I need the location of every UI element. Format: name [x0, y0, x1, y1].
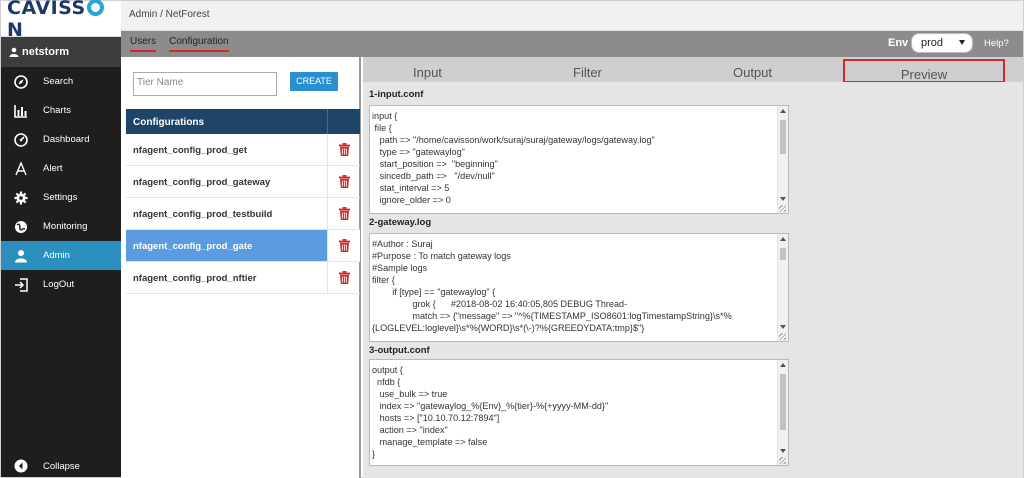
gauge-icon — [13, 132, 29, 148]
compass-icon — [13, 74, 29, 90]
scrollbar[interactable] — [777, 360, 788, 465]
resize-handle[interactable] — [779, 333, 786, 340]
trash-icon[interactable] — [338, 239, 350, 252]
sidebar-item-label: Settings — [43, 192, 78, 203]
tab-output[interactable]: Output — [733, 65, 772, 80]
sidebar-item-search[interactable]: Search — [1, 67, 121, 96]
scroll-thumb[interactable] — [780, 374, 786, 430]
sidebar-item-settings[interactable]: Settings — [1, 183, 121, 212]
code-text: output { nfdb { use_bulk => true index =… — [372, 365, 609, 459]
table-row[interactable]: nfagent_config_prod_nftier — [126, 262, 360, 294]
table-row[interactable]: nfagent_config_prod_gateway — [126, 166, 360, 198]
section-title: 1-input.conf — [369, 89, 424, 100]
scroll-thumb[interactable] — [780, 248, 786, 260]
sidebar-item-label: Charts — [43, 105, 71, 116]
help-link[interactable]: Help? — [984, 38, 1009, 49]
sub-nav-bar: Users Configuration Env prod Help? — [121, 31, 1023, 57]
config-name[interactable]: nfagent_config_prod_gateway — [126, 166, 328, 197]
preview-area: 1-input.conf input { file { path => "/ho… — [363, 82, 1023, 478]
table-row[interactable]: nfagent_config_prod_testbuild — [126, 198, 360, 230]
sidebar-item-label: Alert — [43, 163, 63, 174]
scroll-down-icon[interactable] — [780, 197, 786, 201]
scroll-up-icon[interactable] — [780, 237, 786, 241]
logout-icon — [13, 277, 29, 293]
brand-name: CAVISSN — [7, 0, 121, 41]
sidebar-item-admin[interactable]: Admin — [1, 241, 121, 270]
trash-icon[interactable] — [338, 271, 350, 284]
brand-logo[interactable]: CAVISSN — [1, 0, 121, 41]
tab-configuration[interactable]: Configuration — [169, 36, 229, 52]
actions-header — [328, 109, 360, 134]
resize-handle[interactable] — [779, 205, 786, 212]
gear-icon — [13, 190, 29, 206]
code-text: #Author : Suraj #Purpose : To match gatew… — [372, 239, 732, 333]
config-name[interactable]: nfagent_config_prod_testbuild — [126, 198, 328, 229]
config-name[interactable]: nfagent_config_prod_nftier — [126, 262, 328, 293]
config-name[interactable]: nfagent_config_prod_get — [126, 134, 328, 165]
trash-icon[interactable] — [338, 207, 350, 220]
sidebar-item-dashboard[interactable]: Dashboard — [1, 125, 121, 154]
scrollbar[interactable] — [777, 234, 788, 341]
tab-users[interactable]: Users — [130, 36, 157, 52]
scroll-thumb[interactable] — [780, 120, 786, 154]
sidebar-item-monitoring[interactable]: Monitoring — [1, 212, 121, 241]
configurations-header-label: Configurations — [126, 109, 328, 134]
tier-name-input[interactable]: Tier Name — [133, 72, 277, 96]
user-row[interactable]: netstorm — [1, 37, 121, 67]
tab-filter[interactable]: Filter — [573, 65, 602, 80]
collapse-label: Collapse — [43, 460, 80, 472]
env-value: prod — [921, 37, 944, 49]
bar-chart-icon — [13, 103, 29, 119]
section-title: 3-output.conf — [369, 345, 430, 356]
scrollbar[interactable] — [777, 106, 788, 213]
trash-icon[interactable] — [338, 175, 350, 188]
user-icon — [13, 248, 29, 264]
trash-icon[interactable] — [338, 143, 350, 156]
username: netstorm — [22, 46, 70, 58]
collapse-button[interactable]: Collapse — [1, 455, 121, 477]
resize-handle[interactable] — [779, 457, 786, 464]
pipeline-tabs: Input Filter Output Preview — [363, 57, 1023, 83]
create-button[interactable]: CREATE — [290, 72, 338, 91]
code-text: input { file { path => "/home/cavisson/w… — [372, 111, 655, 205]
sidebar-item-label: LogOut — [43, 279, 75, 290]
tab-input[interactable]: Input — [413, 65, 442, 80]
scroll-up-icon[interactable] — [780, 363, 786, 367]
chevron-down-icon — [959, 40, 965, 45]
configurations-header: Configurations — [126, 109, 360, 134]
section-title: 2-gateway.log — [369, 217, 432, 228]
sidebar-item-logout[interactable]: LogOut — [1, 270, 121, 299]
scroll-down-icon[interactable] — [780, 449, 786, 453]
user-icon — [9, 47, 19, 57]
sidebar: CAVISSN netstorm Search Charts Dashboard… — [1, 0, 121, 477]
sidebar-item-label: Dashboard — [43, 134, 90, 145]
scroll-down-icon[interactable] — [780, 325, 786, 329]
tab-preview[interactable]: Preview — [843, 59, 1005, 83]
top-bar: Admin / NetForest — [121, 1, 1023, 31]
sidebar-item-label: Monitoring — [43, 221, 88, 232]
config-name[interactable]: nfagent_config_prod_gate — [126, 230, 328, 261]
sidebar-item-label: Admin — [43, 250, 70, 261]
env-select[interactable]: prod — [911, 33, 973, 53]
table-row[interactable]: nfagent_config_prod_get — [126, 134, 360, 166]
code-editor-output[interactable]: output { nfdb { use_bulk => true index =… — [369, 359, 789, 466]
sidebar-item-label: Search — [43, 76, 74, 87]
table-row-selected[interactable]: nfagent_config_prod_gate — [126, 230, 360, 262]
letter-a-icon — [13, 161, 29, 177]
sidebar-item-alert[interactable]: Alert — [1, 154, 121, 183]
env-label: Env — [888, 37, 909, 49]
collapse-icon — [13, 458, 29, 474]
config-panel: Tier Name CREATE Configurations nfagent_… — [121, 57, 361, 478]
sidebar-item-charts[interactable]: Charts — [1, 96, 121, 125]
globe-icon — [13, 219, 29, 235]
scroll-up-icon[interactable] — [780, 109, 786, 113]
code-editor-filter[interactable]: #Author : Suraj #Purpose : To match gatew… — [369, 233, 789, 342]
code-editor-input[interactable]: input { file { path => "/home/cavisson/w… — [369, 105, 789, 214]
breadcrumb: Admin / NetForest — [129, 9, 210, 20]
